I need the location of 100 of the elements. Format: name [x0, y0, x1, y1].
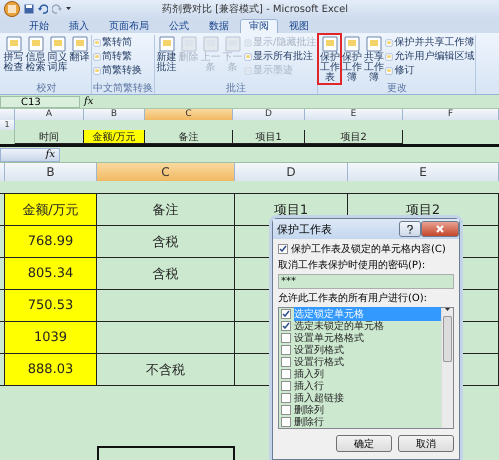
column-header[interactable]: C: [145, 109, 233, 120]
password-field[interactable]: ***: [278, 274, 454, 289]
function-label[interactable]: fx: [80, 96, 98, 107]
ribbon-button[interactable]: 繁转简: [93, 37, 142, 48]
dialog-button[interactable]: 取消: [398, 435, 454, 452]
checkbox[interactable]: [281, 333, 291, 343]
ribbon-tab[interactable]: 公式: [160, 19, 198, 33]
ribbon-tab[interactable]: 插入: [60, 19, 98, 33]
column-header[interactable]: D: [233, 109, 305, 120]
checkbox[interactable]: [281, 357, 291, 367]
save-icon[interactable]: [24, 4, 34, 14]
redo-icon[interactable]: [52, 4, 62, 14]
dialog-button[interactable]: 确定: [336, 435, 392, 452]
list-item[interactable]: 插入超链接: [294, 391, 441, 405]
list-item[interactable]: 插入列: [294, 367, 441, 381]
table-cell: 金额/万元: [84, 130, 145, 144]
ribbon-button[interactable]: 允许用户编辑区域: [385, 51, 474, 62]
checkbox[interactable]: [281, 393, 291, 403]
ribbon-button[interactable]: 保护工作表: [319, 35, 340, 83]
column-header[interactable]: A: [15, 109, 84, 120]
caret-icon: [445, 308, 450, 312]
column-header[interactable]: C: [97, 163, 235, 181]
selected-cell[interactable]: [97, 446, 235, 460]
office-logo-icon[interactable]: [4, 1, 20, 17]
table-cell: 含税: [97, 258, 235, 290]
ribbon-button[interactable]: 简繁转换: [93, 65, 142, 76]
checkbox[interactable]: [281, 405, 291, 415]
scrollbar[interactable]: [441, 308, 453, 428]
ribbon-button[interactable]: 显示所有批注: [244, 51, 316, 62]
document-icon: [4, 35, 22, 53]
checkbox-label: 保护工作表及锁定的单元格内容(C): [291, 242, 446, 256]
ribbon-tab[interactable]: 视图: [280, 19, 318, 33]
ribbon-button[interactable]: 同义词库: [47, 35, 68, 73]
checkbox[interactable]: [281, 369, 291, 379]
list-item[interactable]: 选定未锁定的单元格: [294, 319, 441, 333]
undo-icon[interactable]: [38, 4, 48, 14]
table-cell: 805.34: [5, 258, 97, 290]
document-icon: [180, 35, 198, 53]
ribbon-tab[interactable]: 页面布局: [100, 19, 158, 33]
ribbon-button[interactable]: 保护工作簿: [341, 35, 362, 83]
list-item[interactable]: 删除行: [294, 415, 441, 429]
caret-icon: [66, 7, 71, 11]
table-cell: 888.03: [5, 354, 97, 386]
table-cell: 项目2: [305, 130, 403, 144]
column-header[interactable]: E: [305, 109, 403, 120]
ribbon-button[interactable]: 拼写检查: [3, 35, 24, 73]
ribbon-button[interactable]: 信息检索: [25, 35, 46, 73]
document-icon: [48, 35, 66, 53]
list-item[interactable]: 插入行: [294, 379, 441, 393]
close-button[interactable]: [421, 221, 459, 237]
ribbon-button[interactable]: 新建批注: [156, 35, 177, 73]
list-item[interactable]: 设置单元格格式: [294, 331, 441, 345]
table-cell: 1039: [5, 322, 97, 354]
checkbox[interactable]: [281, 345, 291, 355]
permissions-label: 允许此工作表的所有用户进行(O):: [278, 292, 428, 305]
column-header[interactable]: D: [235, 163, 348, 181]
document-icon: [320, 35, 339, 53]
document-icon: [202, 35, 220, 53]
table-cell: 不含税: [97, 354, 235, 386]
document-icon: [70, 35, 88, 53]
ribbon-button[interactable]: 共享工作簿: [363, 35, 384, 83]
group-label: 中文简繁转换: [93, 83, 153, 94]
insert-function-button[interactable]: fx: [0, 148, 60, 162]
table-cell: 768.99: [5, 226, 97, 258]
checkbox[interactable]: [281, 381, 291, 391]
ribbon-tab[interactable]: 数据: [200, 19, 238, 33]
password-label: 取消工作表保护时使用的密码(P):: [278, 258, 426, 272]
table-cell: 含税: [97, 226, 235, 258]
document-icon: [224, 35, 242, 53]
group-label: 校对: [36, 83, 58, 94]
help-icon: [407, 224, 413, 234]
table-cell: 项目1: [233, 130, 305, 144]
ribbon-button[interactable]: 翻译: [69, 35, 90, 63]
close-icon: [436, 225, 444, 233]
column-header[interactable]: E: [348, 163, 499, 181]
ribbon-button[interactable]: 简转繁: [93, 51, 142, 62]
checkbox[interactable]: [281, 321, 291, 331]
select-all-corner[interactable]: [0, 109, 15, 120]
column-header[interactable]: B: [84, 109, 145, 120]
checkbox[interactable]: [281, 309, 291, 319]
list-item[interactable]: 删除列: [294, 403, 441, 417]
checkbox[interactable]: [278, 244, 288, 254]
ribbon-button[interactable]: 保护并共享工作簿: [385, 37, 474, 48]
document-icon: [342, 35, 361, 53]
ribbon-tab[interactable]: 开始: [20, 19, 58, 33]
ribbon-tab[interactable]: 审阅: [240, 19, 278, 33]
name-box[interactable]: C13: [0, 96, 80, 108]
column-header[interactable]: B: [5, 163, 97, 181]
help-button[interactable]: [399, 221, 421, 237]
list-item[interactable]: 设置行格式: [294, 355, 441, 369]
column-header[interactable]: F: [403, 109, 499, 120]
ribbon-button[interactable]: 修订: [385, 65, 474, 76]
column-header[interactable]: [0, 163, 5, 181]
document-icon: [26, 35, 44, 53]
row-header[interactable]: 1: [0, 120, 15, 130]
table-cell: 750.53: [5, 290, 97, 322]
list-item[interactable]: 设置列格式: [294, 343, 441, 357]
checkbox[interactable]: [281, 417, 291, 427]
table-cell: 备注: [145, 130, 233, 144]
document-icon: [158, 35, 176, 53]
